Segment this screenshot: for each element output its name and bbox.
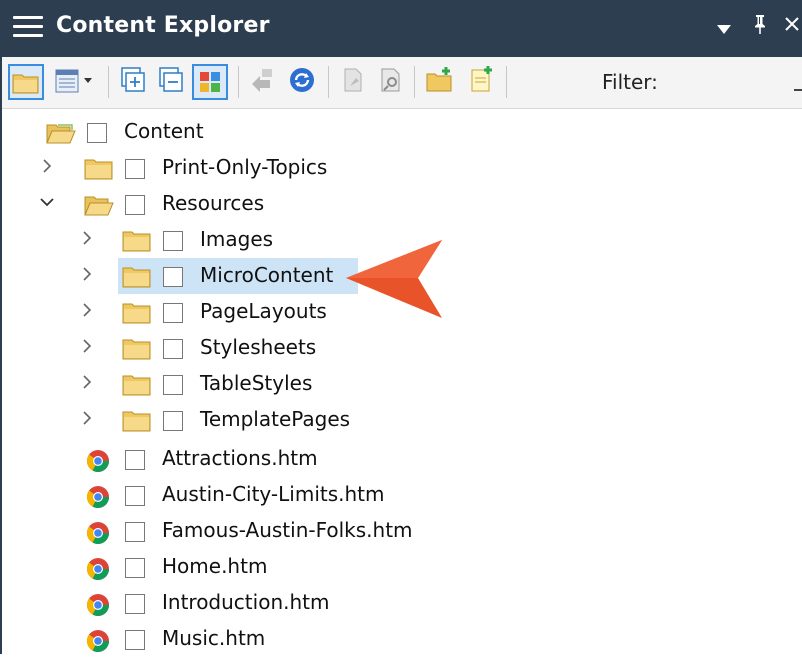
collapse-all-button[interactable] [154, 64, 190, 100]
filter-label: Filter: [602, 70, 658, 94]
tree-item-music[interactable]: Music.htm [0, 621, 802, 657]
tree-item-label: Introduction.htm [162, 590, 330, 614]
tree-item-label: Music.htm [162, 626, 266, 650]
checkbox[interactable] [125, 594, 145, 614]
tree-item-label: MicroContent [200, 263, 334, 287]
tree-item-label: Famous-Austin-Folks.htm [162, 518, 413, 542]
folder-icon [122, 302, 152, 324]
chevron-right-icon[interactable] [40, 158, 54, 173]
check-in-button[interactable] [336, 64, 372, 100]
toolbar-separator [414, 66, 415, 98]
title-bar: Content Explorer [0, 0, 802, 57]
tree-item-austin-city-limits[interactable]: Austin-City-Limits.htm [0, 477, 802, 513]
content-tree: Content Print-Only-Topics Resources Imag… [0, 109, 802, 654]
expand-all-button[interactable] [116, 64, 152, 100]
tree-item-label: Austin-City-Limits.htm [162, 482, 385, 506]
tree-item-label: TableStyles [200, 371, 313, 395]
checkbox[interactable] [125, 630, 145, 650]
tile-view-button[interactable] [192, 64, 228, 100]
toolbar: Filter: [2, 57, 802, 109]
sync-icon[interactable] [286, 64, 322, 100]
toolbar-separator [506, 66, 507, 98]
folder-open-icon [84, 194, 114, 216]
tree-item-label: PageLayouts [200, 299, 327, 323]
tree-item-tablestyles[interactable]: TableStyles [0, 366, 802, 402]
tree-item-famous-austin-folks[interactable]: Famous-Austin-Folks.htm [0, 513, 802, 549]
chevron-down-icon[interactable] [40, 194, 54, 208]
new-file-button[interactable] [464, 64, 500, 100]
folder-icon [122, 338, 152, 360]
checkbox[interactable] [163, 303, 183, 323]
close-icon[interactable] [783, 13, 801, 41]
checkbox[interactable] [125, 159, 145, 179]
checkbox[interactable] [163, 411, 183, 431]
chrome-icon [86, 521, 110, 545]
tree-item-content[interactable]: Content [0, 114, 802, 150]
checkbox[interactable] [125, 522, 145, 542]
tree-item-home[interactable]: Home.htm [0, 549, 802, 585]
folder-icon [122, 266, 152, 288]
checkbox[interactable] [125, 486, 145, 506]
folder-icon [122, 374, 152, 396]
chrome-icon [86, 629, 110, 653]
folder-icon [84, 158, 114, 180]
tree-item-stylesheets[interactable]: Stylesheets [0, 330, 802, 366]
tree-item-label: Stylesheets [200, 335, 317, 359]
tree-item-label: Attractions.htm [162, 446, 318, 470]
toolbar-overflow-icon[interactable] [794, 89, 802, 95]
tree-item-label: Home.htm [162, 554, 268, 578]
toolbar-separator [238, 66, 239, 98]
folder-icon [122, 410, 152, 432]
new-folder-button[interactable] [424, 64, 460, 100]
tree-item-label: Resources [162, 191, 265, 215]
folder-open-icon [46, 122, 76, 144]
properties-button[interactable] [374, 64, 410, 100]
tree-item-templatepages[interactable]: TemplatePages [0, 402, 802, 438]
tree-item-resources[interactable]: Resources [0, 186, 802, 222]
tree-item-introduction[interactable]: Introduction.htm [0, 585, 802, 621]
chevron-right-icon[interactable] [80, 374, 94, 389]
chevron-right-icon[interactable] [80, 302, 94, 317]
tree-item-label: Print-Only-Topics [162, 155, 328, 179]
checkbox[interactable] [87, 123, 107, 143]
tree-item-attractions[interactable]: Attractions.htm [0, 441, 802, 477]
checkbox[interactable] [163, 339, 183, 359]
dropdown-arrow-icon[interactable] [716, 19, 732, 40]
chevron-right-icon[interactable] [80, 230, 94, 245]
checkbox[interactable] [125, 558, 145, 578]
chevron-right-icon[interactable] [80, 410, 94, 425]
bind-arrow-button[interactable] [246, 64, 282, 100]
toolbar-separator [328, 66, 329, 98]
checkbox[interactable] [163, 231, 183, 251]
toolbar-separator [108, 66, 109, 98]
view-options-button[interactable] [50, 64, 100, 100]
callout-arrow-icon [346, 240, 442, 318]
checkbox[interactable] [163, 375, 183, 395]
tree-item-label: Images [200, 227, 274, 251]
folder-icon [122, 230, 152, 252]
checkbox[interactable] [125, 450, 145, 470]
tree-item-print-only-topics[interactable]: Print-Only-Topics [0, 150, 802, 186]
chrome-icon [86, 449, 110, 473]
tree-item-label: TemplatePages [200, 407, 351, 431]
chrome-icon [86, 557, 110, 581]
chevron-right-icon[interactable] [80, 266, 94, 281]
open-folder-button[interactable] [8, 64, 44, 100]
chevron-right-icon[interactable] [80, 338, 94, 353]
checkbox[interactable] [163, 267, 183, 287]
pin-icon[interactable] [752, 13, 768, 41]
chrome-icon [86, 485, 110, 509]
chrome-icon [86, 593, 110, 617]
checkbox[interactable] [125, 195, 145, 215]
menu-icon[interactable] [13, 16, 43, 40]
tree-item-label: Content [124, 119, 204, 143]
panel-title: Content Explorer [56, 13, 270, 38]
